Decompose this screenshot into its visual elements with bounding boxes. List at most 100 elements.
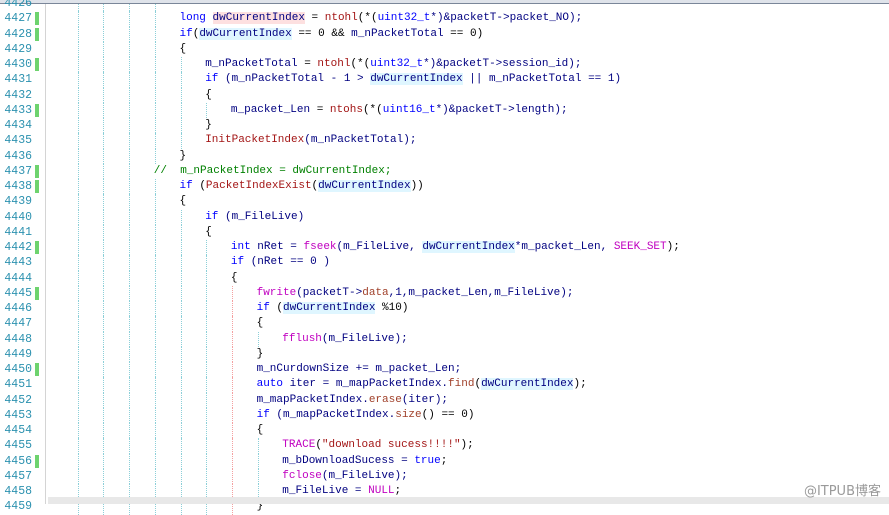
indent-guide (129, 87, 131, 103)
code-token: (m_FileLive); (321, 469, 408, 482)
code-line[interactable]: 4456 m_bDownloadSucess = true; (0, 453, 889, 469)
code-line[interactable]: 4429 { (0, 41, 889, 57)
code-text: m_nPacketTotal = ntohl(*(uint32_t*)&pack… (205, 57, 581, 72)
code-token: (m_nPacketTotal); (304, 134, 417, 147)
line-number: 4456 (4, 454, 32, 468)
indent-guide (154, 285, 156, 301)
line-number: 4457 (4, 469, 32, 483)
code-line[interactable]: 4444 { (0, 270, 889, 286)
code-line[interactable]: 4455 TRACE("download sucess!!!!"); (0, 438, 889, 454)
code-token: dwCurrentIndex (212, 12, 305, 25)
indent-guide (129, 301, 131, 317)
code-line[interactable]: 4447 { (0, 316, 889, 332)
code-line[interactable]: 4451 auto iter = m_mapPacketIndex.find(dw… (0, 377, 889, 393)
code-line[interactable]: 4449} (0, 346, 889, 362)
line-number: 4427 (4, 12, 32, 26)
code-token: dwCurrentIndex (318, 180, 411, 192)
indent-guide (231, 453, 233, 469)
code-line[interactable]: 4440 if (m_FileLive) (0, 209, 889, 225)
code-token: dwCurrentIndex (199, 27, 292, 40)
indent-guide (129, 438, 131, 454)
indent-guide (103, 392, 105, 408)
indent-guide (129, 270, 131, 286)
indent-guide (129, 240, 131, 256)
code-line[interactable]: 4445 fwrite(packetT->data,1,m_packet_Len,… (0, 285, 889, 301)
code-line[interactable]: 4454 { (0, 423, 889, 439)
code-token: = (310, 103, 330, 116)
code-token: %10) (375, 302, 409, 314)
indent-guide (154, 224, 156, 240)
line-number: 4429 (4, 42, 32, 56)
indent-guide (231, 316, 233, 332)
change-marker (35, 164, 39, 178)
code-text: { (231, 271, 238, 286)
code-token: { (256, 424, 264, 436)
code-text: int nRet = fseek(m_FileLive, dwCurrentIn… (231, 240, 680, 255)
code-token: { (230, 271, 238, 284)
code-text: if (m_FileLive) (205, 210, 304, 225)
code-token: if (256, 302, 277, 314)
indent-guide (154, 26, 156, 42)
indent-guide (77, 163, 79, 179)
code-line[interactable]: 4437 // m_nPacketIndex = dwCurrentIndex; (0, 163, 889, 179)
code-token: SEEK_SET (613, 241, 667, 253)
code-text: if (nRet == 0 ) (231, 255, 330, 270)
indent-guide (77, 316, 79, 332)
indent-guide (231, 301, 233, 317)
code-line[interactable]: 4436} (0, 148, 889, 164)
line-number: 4450 (4, 363, 32, 376)
code-line[interactable]: 4452 m_mapPacketIndex.erase(iter); (0, 392, 889, 408)
indent-guide (103, 270, 105, 286)
code-line[interactable]: 4427 long dwCurrentIndex = ntohl(*(uint32… (0, 11, 889, 27)
indent-guide (257, 453, 259, 469)
indent-guide (231, 438, 233, 454)
code-token: fflush (282, 332, 322, 345)
code-editor[interactable]: 4426 4427 long dwCurrentIndex = ntohl(*(ui… (0, 0, 889, 515)
indent-guide (180, 407, 182, 423)
code-line[interactable]: 4438 if (PacketIndexExist(dwCurrentIndex)… (0, 179, 889, 195)
code-line[interactable]: 4453 if (m_mapPacketIndex.size() == 0) (0, 407, 889, 423)
indent-guide (129, 453, 131, 469)
horizontal-scrollbar[interactable] (48, 497, 889, 504)
indent-guide (154, 468, 156, 484)
code-line[interactable]: 4432 { (0, 87, 889, 103)
code-line[interactable]: 4431 if (m_nPacketTotal - 1 > dwCurrentIn… (0, 72, 889, 88)
code-line[interactable]: 4434} (0, 118, 889, 134)
code-line[interactable]: 4433 m_packet_Len = ntohs(*(uint16_t*)&pa… (0, 102, 889, 118)
change-marker (35, 241, 39, 254)
indent-guide (129, 423, 131, 439)
indent-guide (103, 331, 105, 347)
code-token: { (256, 317, 264, 330)
code-line[interactable]: 4448 fflush(m_FileLive); (0, 331, 889, 347)
code-line[interactable]: 4450 m_nCurdownSize += m_packet_Len; (0, 362, 889, 378)
indent-guide (103, 407, 105, 423)
code-token: { (205, 225, 212, 238)
code-text: } (180, 149, 187, 164)
code-line[interactable]: 4430 m_nPacketTotal = ntohl(*(uint32_t*)&… (0, 57, 889, 73)
indent-guide (129, 148, 131, 164)
indent-guide (103, 57, 105, 73)
indent-guide (129, 26, 131, 42)
code-line[interactable]: 4446 if (dwCurrentIndex %10) (0, 301, 889, 317)
line-number: 4430 (4, 58, 32, 71)
indent-guide (103, 179, 105, 195)
indent-guide (77, 438, 79, 454)
code-line[interactable]: 4428 if(dwCurrentIndex == 0 && m_nPacketT… (0, 26, 889, 42)
code-token: fwrite (256, 286, 297, 299)
code-token: (packetT-> (296, 286, 363, 299)
code-token: PacketIndexExist (205, 180, 312, 192)
indent-guide (180, 224, 182, 240)
indent-guide (180, 118, 182, 134)
code-line[interactable]: 4435 InitPacketIndex(m_nPacketTotal); (0, 133, 889, 149)
indent-guide (103, 362, 105, 378)
code-line[interactable]: 4443 if (nRet == 0 ) (0, 255, 889, 271)
code-line[interactable]: 4442 int nRet = fseek(m_FileLive, dwCurre… (0, 240, 889, 256)
code-token: ntohl (324, 12, 358, 25)
indent-guide (77, 240, 79, 256)
code-text: TRACE("download sucess!!!!"); (282, 438, 473, 453)
line-number: 4442 (4, 241, 32, 254)
code-line[interactable]: 4457 fclose(m_FileLive); (0, 468, 889, 484)
indent-guide (231, 346, 233, 362)
code-line[interactable]: 4439 { (0, 194, 889, 210)
code-line[interactable]: 4441 { (0, 224, 889, 240)
